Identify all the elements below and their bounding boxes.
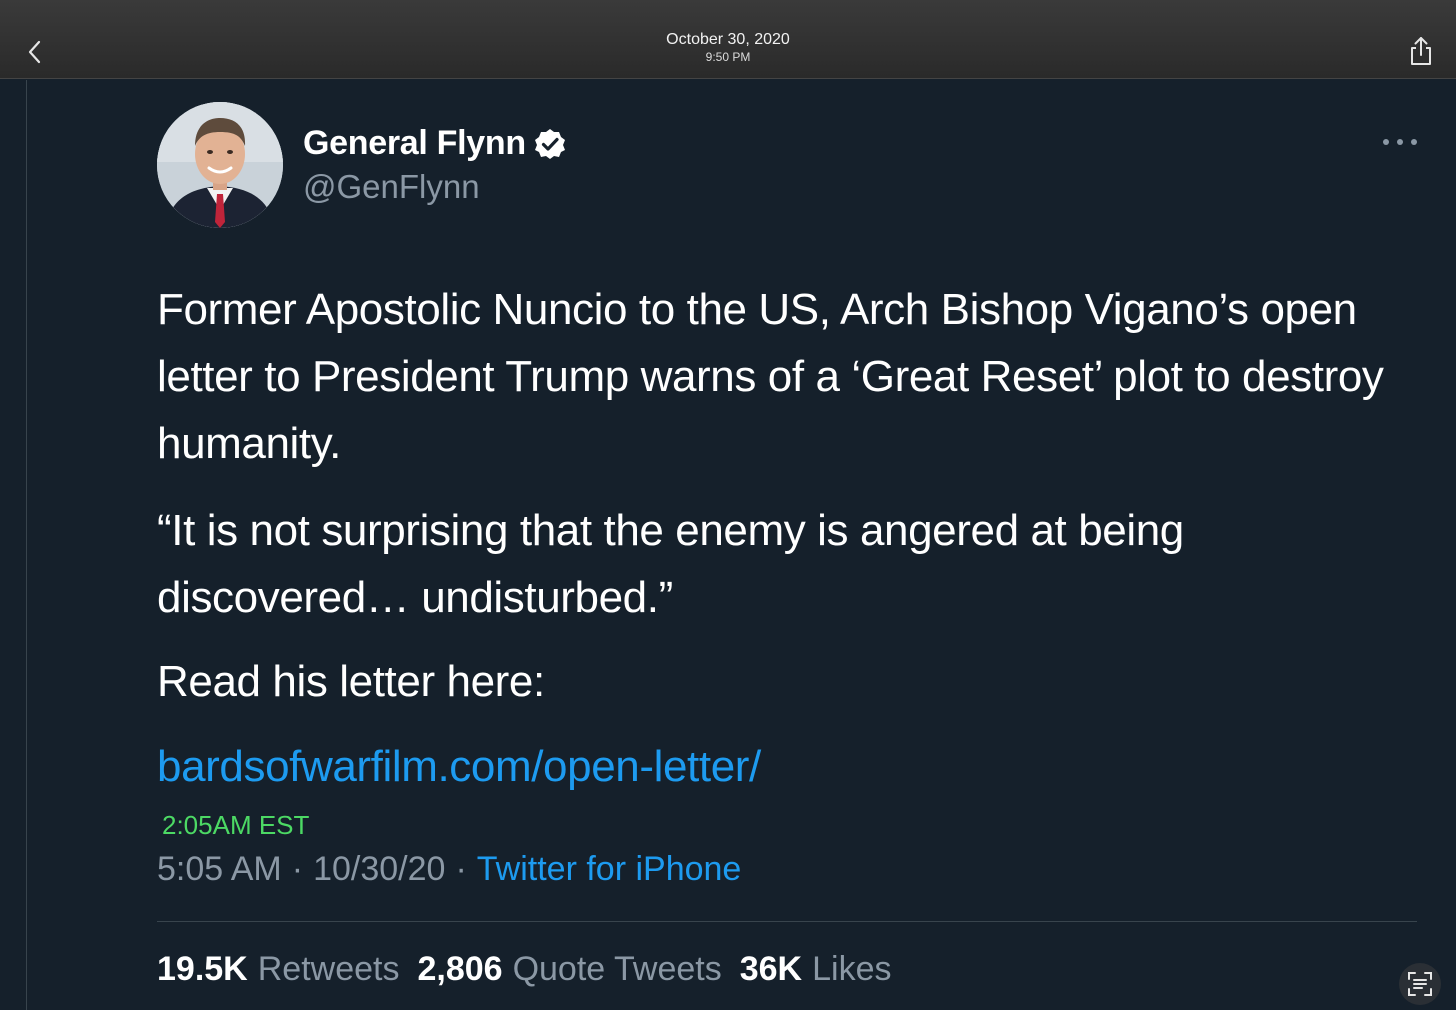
likes-label: Likes (812, 950, 892, 988)
tweet-link[interactable]: bardsofwarfilm.com/open-letter/ (157, 733, 761, 800)
live-text-icon (1408, 972, 1432, 996)
meta-separator: · (291, 850, 304, 888)
share-button[interactable] (1408, 36, 1434, 66)
tweet-paragraph-2: “It is not surprising that the enemy is … (157, 506, 1184, 622)
likes-stat[interactable]: 36K Likes (740, 950, 910, 989)
header-time: 9:50 PM (705, 50, 751, 64)
retweets-stat[interactable]: 19.5K Retweets (157, 950, 417, 989)
tweet-meta: 5:05 AM · 10/30/20 · Twitter for iPhone (157, 850, 741, 889)
avatar[interactable] (157, 102, 283, 228)
header-date: October 30, 2020 (666, 31, 790, 48)
meta-separator: · (455, 850, 467, 888)
share-icon (1411, 37, 1431, 65)
retweets-count: 19.5K (157, 950, 248, 988)
tweet-paragraph-1: Former Apostolic Nuncio to the US, Arch … (157, 285, 1384, 468)
quote-tweets-count: 2,806 (417, 950, 503, 988)
column-border (26, 80, 27, 1010)
tweet-source-link[interactable]: Twitter for iPhone (477, 850, 742, 889)
verified-badge-icon (534, 128, 565, 159)
more-dot-icon (1383, 139, 1389, 145)
author-row[interactable]: General Flynn (303, 124, 566, 163)
retweets-label: Retweets (257, 950, 400, 988)
overlay-time-annotation: 2:05AM EST (162, 810, 310, 840)
author-handle[interactable]: @GenFlynn (303, 168, 480, 206)
tweet-paragraph-3: Read his letter here: (157, 657, 545, 706)
post-time[interactable]: 5:05 AM (157, 850, 282, 889)
more-dot-icon (1411, 139, 1417, 145)
profile-photo (157, 102, 283, 228)
author-name[interactable]: General Flynn (303, 124, 526, 163)
more-dot-icon (1397, 139, 1403, 145)
quote-tweets-stat[interactable]: 2,806 Quote Tweets (417, 950, 739, 989)
engagement-stats: 19.5K Retweets 2,806 Quote Tweets 36K Li… (157, 950, 909, 989)
top-bar: October 30, 2020 9:50 PM (0, 0, 1456, 79)
more-options-button[interactable] (1383, 132, 1417, 152)
screenshot-title: October 30, 2020 9:50 PM (0, 31, 1456, 64)
divider (157, 921, 1417, 922)
live-text-button[interactable] (1399, 963, 1441, 1005)
likes-count: 36K (739, 950, 803, 988)
post-date[interactable]: 10/30/20 (313, 850, 445, 889)
quote-tweets-label: Quote Tweets (512, 950, 722, 988)
